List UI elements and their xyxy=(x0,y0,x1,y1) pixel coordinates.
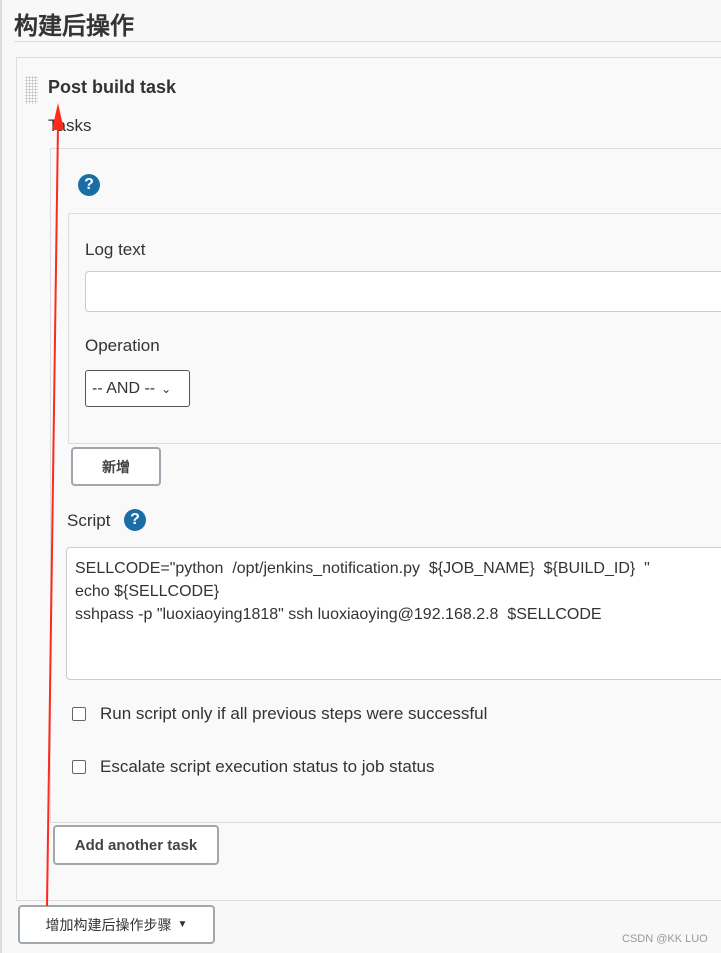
annotation-arrow xyxy=(46,103,64,907)
arrow-head xyxy=(52,103,64,130)
arrow-shaft xyxy=(46,124,59,907)
